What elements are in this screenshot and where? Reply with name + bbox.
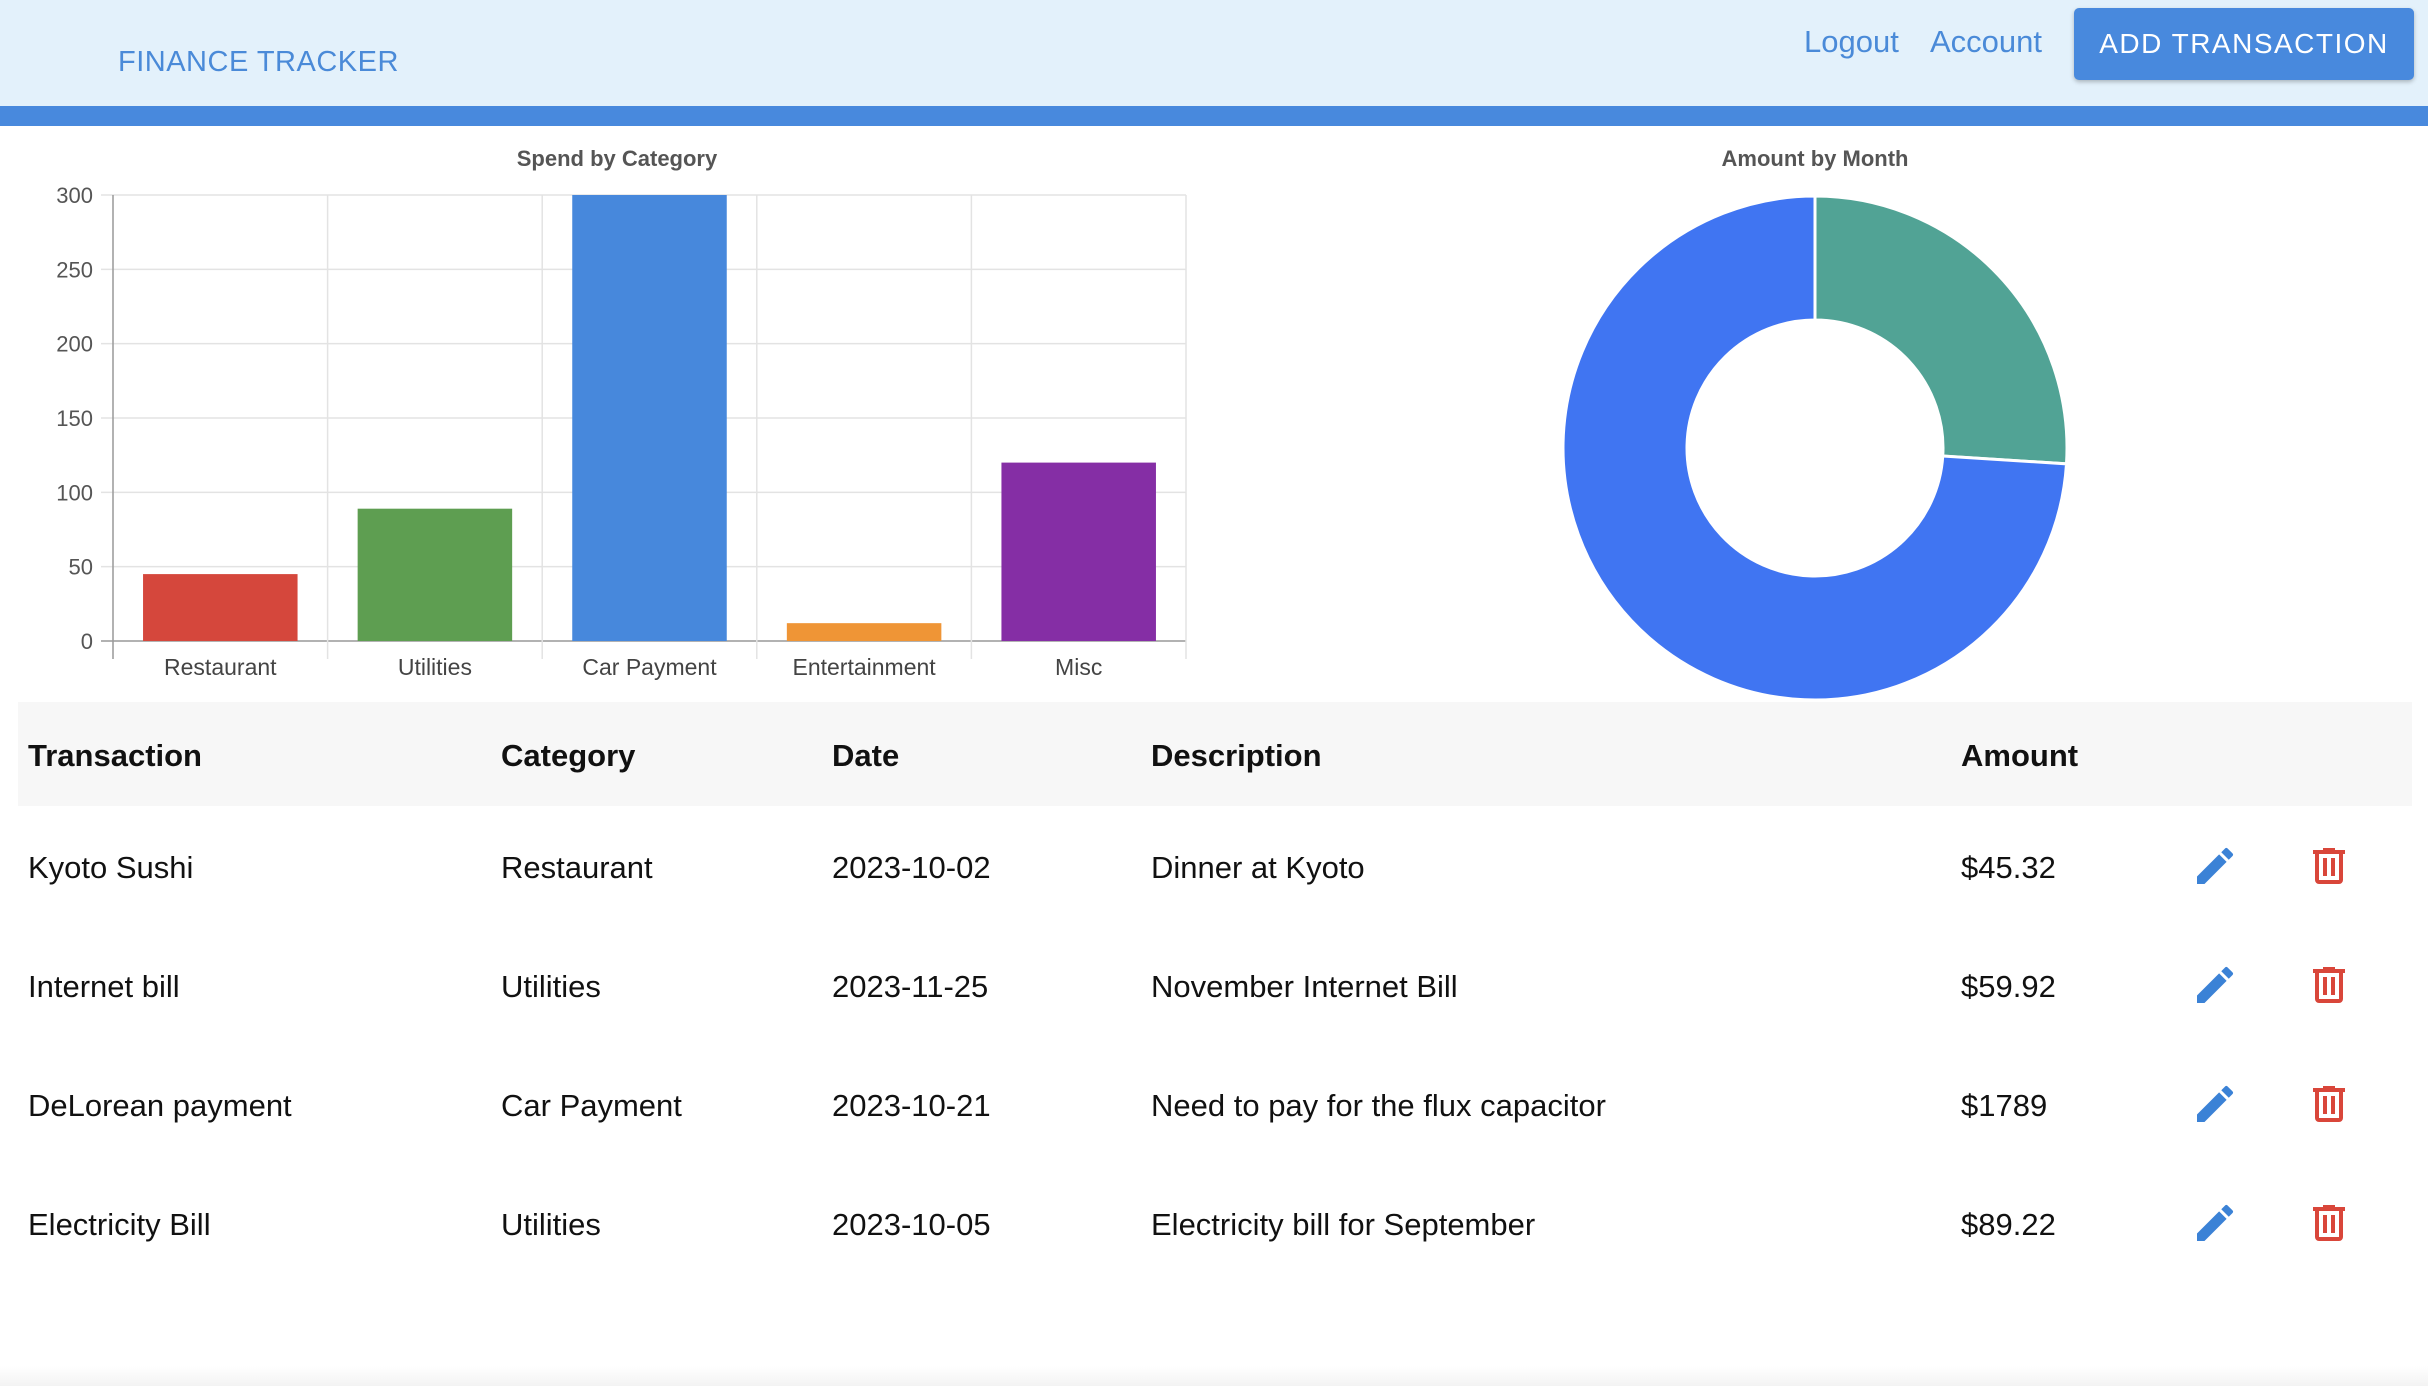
- x-tick-label: Entertainment: [792, 654, 936, 680]
- pencil-icon: [2197, 1204, 2234, 1241]
- bar-chart-title: Spend by Category: [516, 146, 718, 171]
- page-bottom-shade: [0, 1366, 2428, 1386]
- brand-title[interactable]: FINANCE TRACKER: [118, 46, 399, 79]
- cell-transaction: Electricity Bill: [28, 1207, 211, 1242]
- pencil-icon: [2197, 966, 2234, 1003]
- table-header: Transaction Category Date Description Am…: [18, 702, 2412, 806]
- donut-slice[interactable]: [1813, 194, 2069, 466]
- bar-utilities[interactable]: [357, 508, 513, 641]
- x-tick-label: Restaurant: [164, 654, 277, 680]
- donut-chart-title: Amount by Month: [1721, 146, 1909, 171]
- delete-button[interactable]: [2305, 1199, 2353, 1247]
- y-tick-label: 0: [81, 629, 93, 654]
- cell-category: Utilities: [501, 969, 601, 1004]
- bar-car-payment[interactable]: [572, 195, 727, 641]
- bar-restaurant[interactable]: [143, 574, 298, 641]
- x-tick-label: Utilities: [398, 654, 472, 680]
- table-row: Internet bill Utilities 2023-11-25 Novem…: [18, 925, 2412, 1044]
- cell-description: November Internet Bill: [1151, 969, 1458, 1004]
- transactions-table: Transaction Category Date Description Am…: [18, 702, 2412, 1282]
- header-transaction: Transaction: [28, 738, 202, 773]
- cell-category: Restaurant: [501, 850, 653, 885]
- account-link[interactable]: Account: [1930, 24, 2042, 60]
- delete-button[interactable]: [2305, 961, 2353, 1009]
- cell-amount: $89.22: [1961, 1207, 2056, 1242]
- trash-icon: [2313, 1086, 2345, 1122]
- edit-button[interactable]: [2191, 1199, 2239, 1247]
- header-amount: Amount: [1961, 738, 2079, 773]
- cell-date: 2023-10-02: [832, 850, 991, 885]
- y-tick-label: 200: [56, 332, 93, 357]
- edit-button[interactable]: [2191, 961, 2239, 1009]
- header-date: Date: [832, 738, 900, 773]
- header-description: Description: [1151, 738, 1322, 773]
- app-header: FINANCE TRACKER Logout Account ADD TRANS…: [0, 0, 2428, 106]
- cell-description: Need to pay for the flux capacitor: [1151, 1088, 1606, 1123]
- cell-transaction: DeLorean payment: [28, 1088, 292, 1123]
- cell-date: 2023-11-25: [832, 969, 989, 1004]
- cell-category: Car Payment: [501, 1088, 682, 1123]
- delete-button[interactable]: [2305, 842, 2353, 890]
- header-category: Category: [501, 738, 636, 773]
- logout-link[interactable]: Logout: [1804, 24, 1899, 60]
- cell-transaction: Internet bill: [28, 969, 180, 1004]
- pencil-icon: [2197, 847, 2234, 884]
- cell-transaction: Kyoto Sushi: [28, 850, 194, 885]
- y-tick-label: 100: [56, 480, 93, 505]
- y-tick-label: 150: [56, 406, 93, 431]
- cell-amount: $45.32: [1961, 850, 2056, 885]
- y-tick-label: 300: [56, 183, 93, 208]
- trash-icon: [2313, 967, 2345, 1003]
- y-tick-label: 250: [56, 257, 93, 282]
- cell-date: 2023-10-21: [832, 1088, 991, 1123]
- header-accent-bar: [0, 106, 2428, 126]
- pencil-icon: [2197, 1085, 2234, 1122]
- y-tick-label: 50: [69, 555, 93, 580]
- cell-description: Dinner at Kyoto: [1151, 850, 1365, 885]
- table-row: DeLorean payment Car Payment 2023-10-21 …: [18, 1044, 2412, 1163]
- delete-button[interactable]: [2305, 1080, 2353, 1128]
- trash-icon: [2313, 1205, 2345, 1241]
- cell-category: Utilities: [501, 1207, 601, 1242]
- edit-button[interactable]: [2191, 842, 2239, 890]
- add-transaction-button[interactable]: ADD TRANSACTION: [2074, 8, 2414, 80]
- edit-button[interactable]: [2191, 1080, 2239, 1128]
- bar-misc[interactable]: [1001, 462, 1156, 641]
- x-tick-label: Misc: [1055, 654, 1102, 680]
- bar-entertainment[interactable]: [786, 623, 942, 641]
- spend-by-category-chart: 0 50 100 150 200 250 300 Restaurant Utilities Car…: [56, 183, 1187, 680]
- cell-amount: $59.92: [1961, 969, 2056, 1004]
- table-row: Kyoto Sushi Restaurant 2023-10-02 Dinner…: [18, 806, 2412, 925]
- cell-amount: $1789: [1961, 1088, 2048, 1123]
- amount-by-month-chart: [1561, 194, 2069, 702]
- x-tick-label: Car Payment: [582, 654, 717, 680]
- table-row: Electricity Bill Utilities 2023-10-05 El…: [18, 1163, 2412, 1282]
- trash-icon: [2313, 848, 2345, 884]
- cell-date: 2023-10-05: [832, 1207, 991, 1242]
- cell-description: Electricity bill for September: [1151, 1207, 1536, 1242]
